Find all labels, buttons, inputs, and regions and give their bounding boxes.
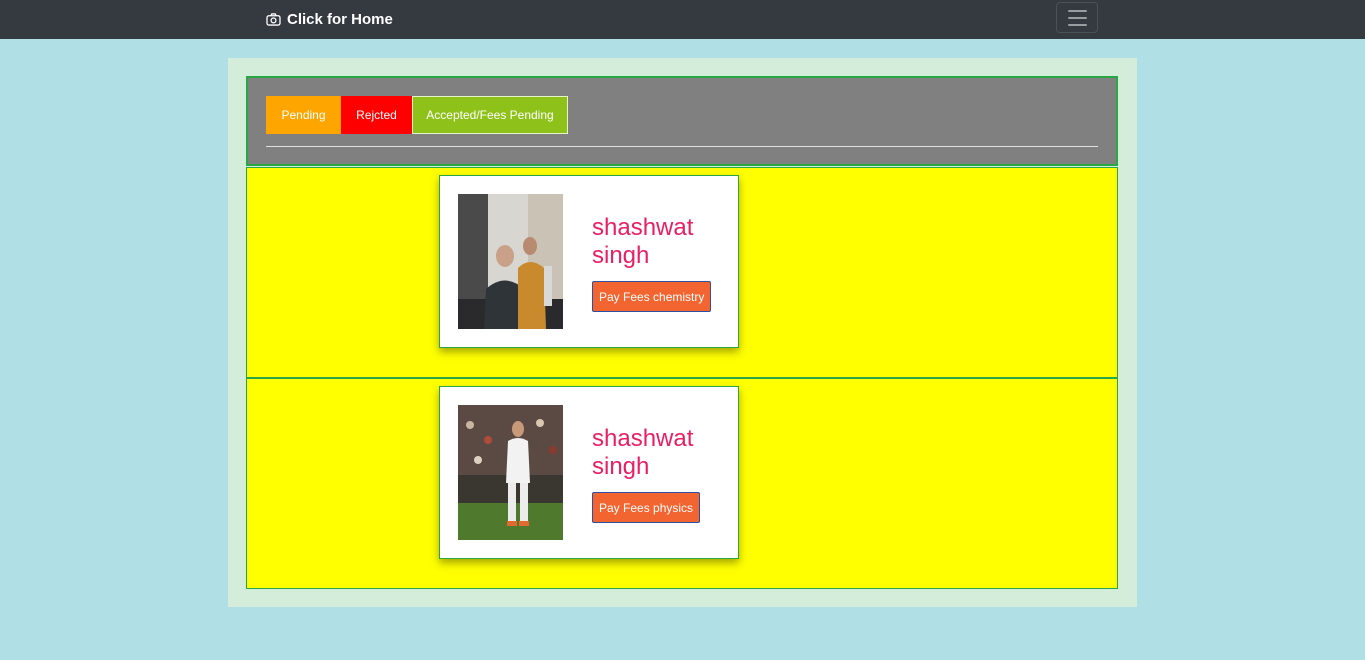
camera-icon [266, 12, 281, 26]
main-container: Pending Rejcted Accepted/Fees Pending sh… [228, 58, 1137, 607]
student-name: shashwat singh [592, 214, 694, 269]
student-card: shashwat singh Pay Fees chemistry [439, 175, 739, 348]
tab-pending[interactable]: Pending [266, 96, 341, 134]
pay-fees-physics-button[interactable]: Pay Fees physics [592, 492, 701, 523]
hamburger-icon-bar-3 [1067, 23, 1087, 26]
home-link-label: Click for Home [287, 10, 393, 28]
home-link[interactable]: Click for Home [266, 9, 393, 29]
tab-accepted-fees-pending[interactable]: Accepted/Fees Pending [412, 96, 568, 134]
pay-fees-chemistry-button[interactable]: Pay Fees chemistry [592, 281, 712, 312]
student-name: shashwat singh [592, 425, 694, 480]
divider [266, 146, 1098, 147]
student-row: shashwat singh Pay Fees chemistry [246, 167, 1118, 378]
tab-rejected[interactable]: Rejcted [341, 96, 412, 134]
hamburger-icon-bar-2 [1067, 16, 1087, 19]
status-tab-panel: Pending Rejcted Accepted/Fees Pending [246, 76, 1118, 166]
navbar: Click for Home [0, 0, 1365, 39]
student-row: shashwat singh Pay Fees physics [246, 378, 1118, 589]
student-photo [458, 405, 563, 540]
hamburger-icon-bar-1 [1067, 9, 1087, 12]
student-photo [458, 194, 563, 329]
student-card: shashwat singh Pay Fees physics [439, 386, 739, 559]
navbar-toggler-button[interactable] [1056, 2, 1098, 33]
